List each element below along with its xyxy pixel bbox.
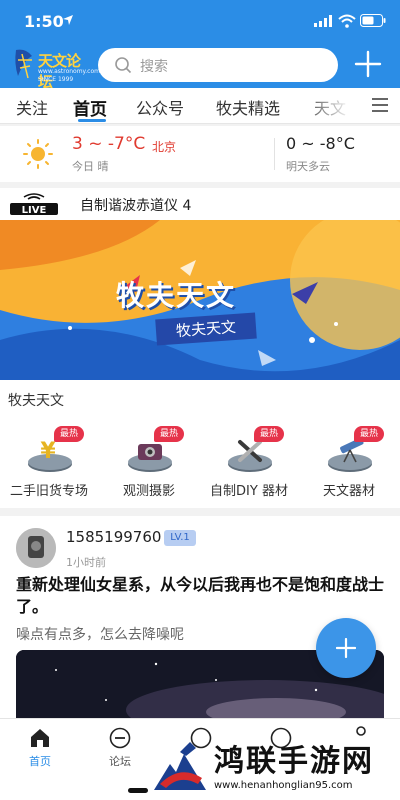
category-label: 天文器材	[322, 484, 375, 499]
weather-card[interactable]: 3 ~ -7°C 北京 今日 晴 0 ~ -8°C 明天多云	[0, 126, 400, 182]
nav-forum[interactable]: 论坛	[90, 727, 150, 775]
category-label: 观测摄影	[122, 484, 175, 499]
forum-icon	[109, 727, 131, 749]
post-title[interactable]: 重新处理仙女星系，从今以后我再也不是饱和度战士了。	[16, 574, 386, 618]
channel-tabs: 关注 首页 公众号 牧夫精选 天文	[0, 88, 400, 124]
create-post-button[interactable]	[316, 618, 376, 678]
hot-badge: 最热	[54, 426, 84, 442]
home-icon	[31, 729, 49, 747]
avatar-image	[16, 528, 56, 568]
today-temperature: 3 ~ -7°C	[72, 134, 146, 154]
category-label: 自制DIY 器材	[210, 484, 288, 499]
tab-follow[interactable]: 关注	[16, 95, 48, 119]
live-title: 自制谐波赤道仪 4	[80, 198, 192, 214]
svg-text:LIVE: LIVE	[22, 205, 47, 216]
tomorrow-condition: 明天多云	[286, 160, 330, 173]
tabs-fade	[300, 88, 364, 123]
wifi-icon	[338, 14, 356, 28]
hot-badge: 最热	[154, 426, 184, 442]
battery-icon	[360, 14, 386, 27]
site-logo[interactable]: 天文论坛 www.astronomy.com.cn SINCE 1999	[12, 46, 109, 91]
post-time: 1小时前	[66, 556, 106, 569]
level-badge: LV.1	[164, 530, 196, 546]
hot-badge: 最热	[254, 426, 284, 442]
add-icon[interactable]	[354, 50, 382, 78]
sunny-icon	[23, 139, 53, 169]
live-bar[interactable]: LIVE 自制谐波赤道仪 4	[0, 188, 400, 220]
live-badge-icon: LIVE	[10, 193, 58, 216]
tomorrow-temperature: 0 ~ -8°C	[286, 134, 355, 153]
section-title: 牧夫天文	[8, 393, 64, 409]
tab-official-accounts[interactable]: 公众号	[136, 95, 184, 119]
active-tab-indicator	[78, 119, 106, 122]
plus-icon	[336, 638, 356, 658]
nav-home[interactable]: 首页	[10, 727, 70, 775]
post-username[interactable]: 1585199760	[66, 528, 161, 546]
weather-city: 北京	[152, 140, 177, 154]
category-diy[interactable]: 最热 自制DIY 器材	[204, 426, 294, 499]
today-condition: 今日 晴	[72, 160, 109, 173]
watermark-url: www.henanhonglian95.com	[214, 780, 353, 791]
signal-icon	[314, 15, 332, 27]
hot-badge: 最热	[354, 426, 384, 442]
banner-title: 牧夫天文	[116, 279, 237, 312]
search-icon	[115, 57, 132, 74]
category-equipment[interactable]: 最热 天文器材	[304, 426, 394, 499]
watermark-logo-icon	[154, 742, 206, 790]
nav-label: 首页	[29, 755, 51, 768]
category-label: 二手旧货专场	[9, 484, 88, 499]
tab-home[interactable]: 首页	[73, 95, 107, 120]
category-section: 牧夫天文 ¥ 最热 二手旧货专场 最热 观测摄影 最热 自制DIY 器材 最热 …	[0, 380, 400, 508]
home-indicator	[128, 788, 148, 793]
category-secondhand[interactable]: ¥ 最热 二手旧货专场	[4, 426, 94, 499]
category-photography[interactable]: 最热 观测摄影	[104, 426, 194, 499]
avatar[interactable]	[16, 528, 56, 568]
status-bar: 1:50	[0, 0, 400, 44]
search-placeholder: 搜索	[140, 59, 168, 75]
promo-banner[interactable]: 牧夫天文 牧夫天文	[0, 220, 400, 380]
weather-divider	[274, 138, 275, 170]
watermark-text: 鸿联手游网	[214, 744, 374, 779]
app-header: 1:50 天文论坛 www.astronomy.com.cn SINCE 199…	[0, 0, 400, 91]
search-input[interactable]: 搜索	[98, 48, 338, 82]
svg-text:¥: ¥	[40, 439, 56, 464]
nav-label: 论坛	[109, 755, 131, 768]
post-description: 噪点有点多，怎么去降噪呢	[16, 627, 184, 643]
location-arrow-icon	[63, 15, 73, 25]
watermark: 鸿联手游网 www.henanhonglian95.com	[150, 732, 400, 800]
logo-since: SINCE 1999	[38, 76, 74, 83]
logo-mark-icon	[15, 49, 33, 79]
tab-mufu-picks[interactable]: 牧夫精选	[216, 95, 280, 119]
status-time: 1:50	[24, 12, 64, 31]
menu-icon[interactable]	[372, 98, 388, 112]
